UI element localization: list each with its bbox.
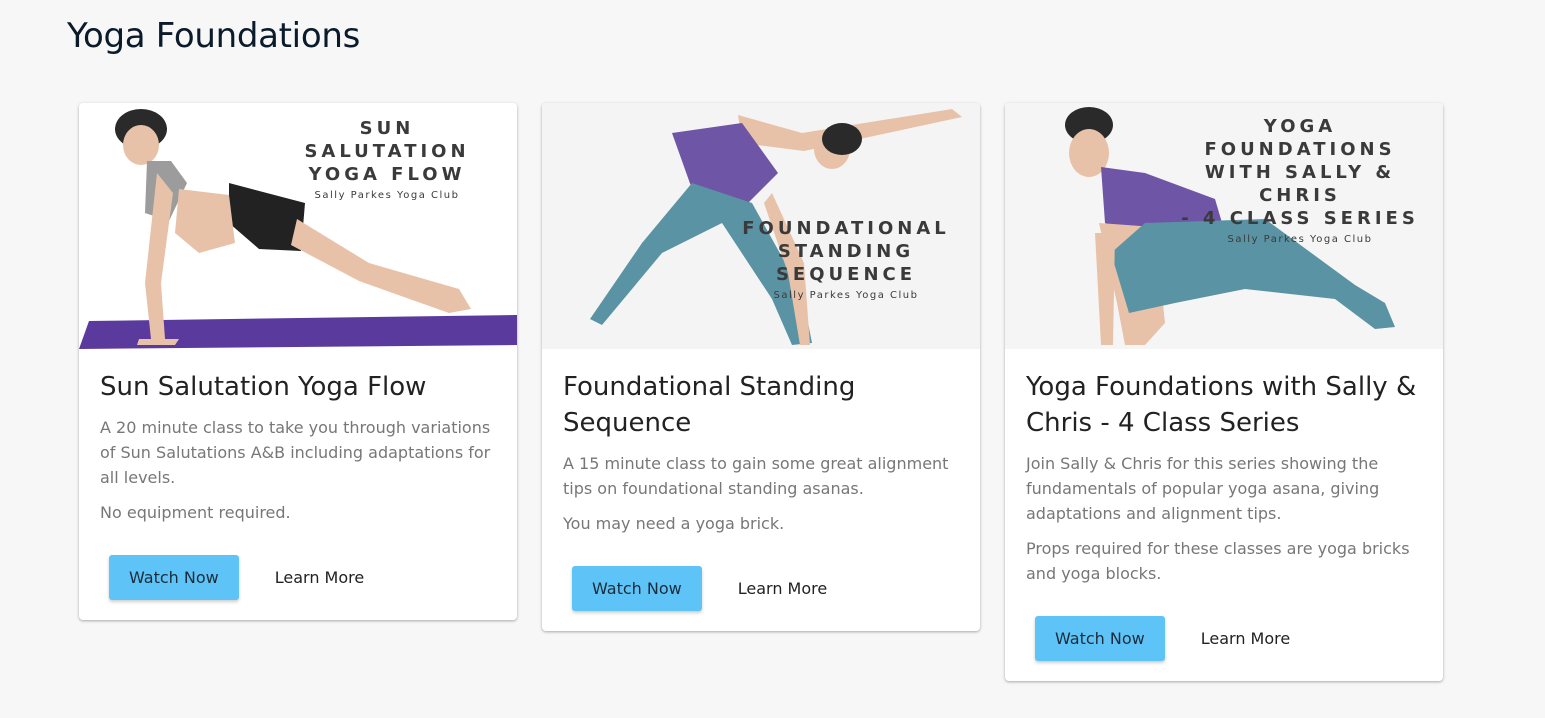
card-actions: Watch Now Learn More xyxy=(542,546,980,631)
class-image[interactable]: YOGA FOUNDATIONS WITH SALLY & CHRIS - 4 … xyxy=(1005,103,1443,349)
card-title: Yoga Foundations with Sally & Chris - 4 … xyxy=(1026,372,1417,438)
card-description: A 20 minute class to take you through va… xyxy=(100,418,491,487)
card-equipment-note: Props required for these classes are yog… xyxy=(1026,539,1410,583)
class-image[interactable]: FOUNDATIONAL STANDING SEQUENCE Sally Par… xyxy=(542,103,980,349)
class-card: YOGA FOUNDATIONS WITH SALLY & CHRIS - 4 … xyxy=(1005,103,1443,681)
learn-more-button[interactable]: Learn More xyxy=(1195,628,1296,649)
image-title-overlay: SUN SALUTATION YOGA FLOW Sally Parkes Yo… xyxy=(304,118,470,201)
image-title-overlay: FOUNDATIONAL STANDING SEQUENCE Sally Par… xyxy=(742,218,950,301)
card-description: Join Sally & Chris for this series showi… xyxy=(1026,454,1380,523)
image-title-overlay: YOGA FOUNDATIONS WITH SALLY & CHRIS - 4 … xyxy=(1181,116,1419,245)
watch-now-button[interactable]: Watch Now xyxy=(572,566,702,611)
page-title: Yoga Foundations xyxy=(67,16,360,56)
class-card: FOUNDATIONAL STANDING SEQUENCE Sally Par… xyxy=(542,103,980,631)
class-image[interactable]: SUN SALUTATION YOGA FLOW Sally Parkes Yo… xyxy=(79,103,517,349)
learn-more-button[interactable]: Learn More xyxy=(732,578,833,599)
card-equipment-note: You may need a yoga brick. xyxy=(563,514,785,533)
class-card: SUN SALUTATION YOGA FLOW Sally Parkes Yo… xyxy=(79,103,517,620)
card-title: Sun Salutation Yoga Flow xyxy=(100,372,427,402)
card-equipment-note: No equipment required. xyxy=(100,503,291,522)
card-description: A 15 minute class to gain some great ali… xyxy=(563,454,949,498)
card-actions: Watch Now Learn More xyxy=(1005,596,1443,681)
learn-more-button[interactable]: Learn More xyxy=(269,567,370,588)
card-title: Foundational Standing Sequence xyxy=(563,372,856,438)
card-actions: Watch Now Learn More xyxy=(79,535,517,620)
watch-now-button[interactable]: Watch Now xyxy=(1035,616,1165,661)
watch-now-button[interactable]: Watch Now xyxy=(109,555,239,600)
class-card-list: SUN SALUTATION YOGA FLOW Sally Parkes Yo… xyxy=(79,103,1443,681)
